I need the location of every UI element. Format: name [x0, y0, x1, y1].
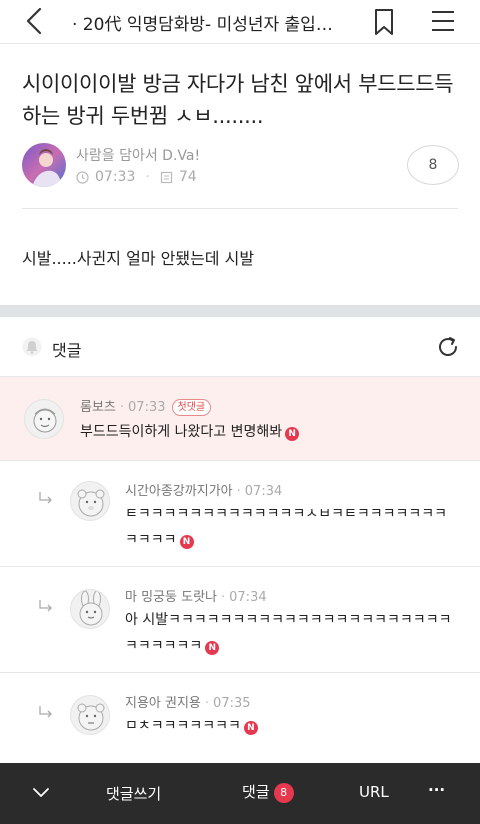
author-avatar[interactable]	[22, 143, 66, 187]
reply-arrow-icon	[39, 492, 52, 504]
refresh-icon[interactable]	[436, 335, 460, 359]
rabbit-avatar-icon	[79, 590, 103, 626]
clock-icon	[76, 170, 89, 184]
section-divider	[0, 305, 480, 317]
reply-arrow-icon	[39, 706, 52, 718]
comment-text: ㅁㅊㅋㅋㅋㅋㅋㅋㅋ N	[125, 713, 455, 739]
cafe-title[interactable]: · 20代 익명담화방- 미성년자 출입…	[72, 10, 362, 35]
commenter-avatar[interactable]	[70, 481, 110, 521]
comment-body: ㅁㅊㅋㅋㅋㅋㅋㅋㅋ	[125, 718, 241, 734]
reply-arrow-icon	[39, 600, 52, 612]
comment-author[interactable]: 마 밍궁둥 도랏나	[125, 590, 217, 605]
post-body: 시발.....사귄지 얼마 안됐는데 시발	[22, 249, 255, 268]
view-count-icon	[160, 171, 172, 183]
default-avatar-icon	[33, 408, 57, 433]
comment-author[interactable]: 롬보츠	[80, 400, 116, 415]
comment-item: 롬보츠 · 07:33 첫댓글 부드드득이하게 나왔다고 변명해봐 N	[0, 377, 480, 461]
comment-text: 아 시발ㅋㅋㅋㅋㅋㅋㅋㅋㅋㅋㅋㅋㅋㅋㅋㅋㅋㅋㅋㅋㅋㅋㅋㅋㅋㅋㅋㅋ N	[125, 607, 455, 659]
hamburger-menu-icon	[432, 11, 454, 31]
post-views: 74	[178, 169, 197, 185]
comment-text: 부드드득이하게 나왔다고 변명해봐 N	[80, 419, 450, 445]
new-badge: N	[179, 535, 194, 549]
comments-count-badge: 8	[273, 783, 294, 803]
comment-meta: 마 밍궁둥 도랏나 · 07:34	[125, 586, 267, 605]
comment-body: 부드드득이하게 나왔다고 변명해봐	[80, 424, 283, 440]
back-button[interactable]	[22, 6, 50, 36]
comment-body: 아 시발ㅋㅋㅋㅋㅋㅋㅋㅋㅋㅋㅋㅋㅋㅋㅋㅋㅋㅋㅋㅋㅋㅋㅋㅋㅋㅋㅋㅋ	[125, 612, 452, 654]
bell-icon[interactable]	[22, 337, 42, 357]
more-button[interactable]: ···	[428, 781, 445, 799]
meta-separator: ·	[145, 169, 150, 185]
character-avatar-icon	[77, 703, 105, 731]
comment-meta: 지용아 권지용 · 07:35	[125, 692, 251, 711]
comment-time: 07:34	[229, 590, 267, 605]
post-time: 07:33	[95, 169, 136, 185]
comment-author[interactable]: 시간아종강까지가아	[125, 484, 233, 499]
bookmark-icon	[375, 9, 393, 35]
write-comment-button[interactable]: 댓글쓰기	[106, 783, 161, 804]
author-name[interactable]: 사람을 담아서 D.Va!	[76, 145, 200, 165]
commenter-avatar[interactable]	[70, 695, 110, 735]
meta-separator: ·	[119, 400, 125, 415]
comments-label: 댓글	[52, 341, 82, 360]
commenter-avatar[interactable]	[70, 589, 110, 629]
comment-item: 마 밍궁둥 도랏나 · 07:34 아 시발ㅋㅋㅋㅋㅋㅋㅋㅋㅋㅋㅋㅋㅋㅋㅋㅋㅋㅋㅋㅋ…	[0, 567, 480, 673]
comment-item: 시간아종강까지가아 · 07:34 ㅌㅋㅋㅋㅋㅋㅋㅋㅋㅋㅋㅋㅋㅋㅅㅂㅋㅌㅋㅋㅋㅋㅋㅋ…	[0, 461, 480, 567]
comment-author[interactable]: 지용아 권지용	[125, 696, 201, 711]
comment-body: ㅌㅋㅋㅋㅋㅋㅋㅋㅋㅋㅋㅋㅋㅋㅅㅂㅋㅌㅋㅋㅋㅋㅋㅋㅋㅋㅋㅋㅋ	[125, 506, 447, 548]
comment-meta: 시간아종강까지가아 · 07:34	[125, 480, 282, 499]
comments-header: 댓글	[0, 317, 480, 377]
comment-text: ㅌㅋㅋㅋㅋㅋㅋㅋㅋㅋㅋㅋㅋㅋㅅㅂㅋㅌㅋㅋㅋㅋㅋㅋㅋㅋㅋㅋㅋ N	[125, 501, 455, 553]
post-title: 시이이이이발 방금 자다가 남친 앞에서 부드드드득하는 방귀 두번뀜 ㅅㅂ..…	[22, 72, 454, 128]
comment-meta: 롬보츠 · 07:33 첫댓글	[80, 396, 212, 416]
post-meta: 07:33 · 74	[76, 169, 197, 185]
commenter-avatar[interactable]	[24, 399, 64, 439]
new-badge: N	[205, 641, 220, 655]
top-bar: · 20代 익명담화방- 미성년자 출입…	[0, 0, 480, 44]
url-button[interactable]: URL	[359, 783, 389, 801]
divider	[22, 208, 458, 209]
comment-time: 07:34	[244, 484, 283, 499]
character-avatar-icon	[77, 489, 105, 517]
new-badge: N	[243, 721, 258, 735]
meta-separator: ·	[204, 696, 210, 711]
comment-time: 07:35	[213, 696, 251, 711]
bookmark-button[interactable]	[372, 8, 396, 36]
first-comment-badge: 첫댓글	[171, 399, 212, 416]
comments-button[interactable]: 댓글 8	[242, 781, 294, 803]
meta-separator: ·	[221, 590, 226, 605]
chevron-down-icon[interactable]	[32, 787, 50, 799]
meta-separator: ·	[236, 484, 241, 499]
comments-button-label: 댓글	[242, 783, 270, 801]
author-avatar-image	[22, 143, 66, 187]
menu-button[interactable]	[430, 9, 456, 33]
comment-time: 07:33	[128, 400, 166, 415]
back-icon	[26, 7, 42, 35]
comment-item: 지용아 권지용 · 07:35 ㅁㅊㅋㅋㅋㅋㅋㅋㅋ N	[0, 673, 480, 763]
bottom-toolbar: 댓글쓰기 댓글 8 URL ···	[0, 763, 480, 824]
comment-count-button[interactable]: 8	[407, 145, 459, 185]
new-badge: N	[285, 427, 300, 441]
